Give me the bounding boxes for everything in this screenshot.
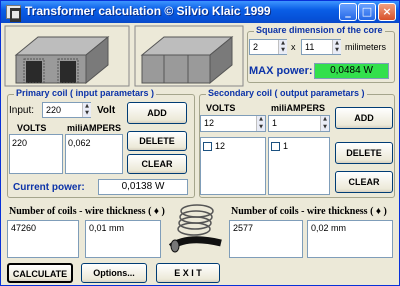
coil-spring-icon <box>168 204 222 253</box>
secondary-volts-list[interactable]: 12 <box>200 137 266 195</box>
close-button[interactable]: × <box>378 3 396 21</box>
max-power-value: 0,0484 W <box>314 63 389 79</box>
max-power-label: MAX power: <box>249 65 313 77</box>
current-power-label: Current power: <box>13 182 85 193</box>
primary-coils-label: Number of coils - wire thickness ( ♦ ) <box>9 206 165 217</box>
list-item[interactable]: 12 <box>201 138 265 154</box>
core-e-icon <box>134 25 244 87</box>
primary-clear-button[interactable]: CLEAR <box>127 154 187 174</box>
current-power-value: 0,0138 W <box>98 179 188 195</box>
secondary-clear-button[interactable]: CLEAR <box>335 171 393 193</box>
maximize-button[interactable]: □ <box>358 3 376 21</box>
minimize-button[interactable]: _ <box>339 3 357 21</box>
core-depth-spinner[interactable]: ▲ ▼ <box>332 40 341 54</box>
primary-volts-header: VOLTS <box>17 123 47 133</box>
primary-delete-button[interactable]: DELETE <box>127 131 187 151</box>
list-item[interactable]: 220 <box>10 135 62 151</box>
secondary-milliamps-list[interactable]: 1 <box>268 137 330 195</box>
primary-volts-list[interactable]: 220 <box>9 134 63 174</box>
title-bar: Transformer calculation © Silvio Klaic 1… <box>1 1 399 23</box>
primary-add-button[interactable]: ADD <box>127 102 187 124</box>
primary-coil-count[interactable]: 47260 <box>7 220 79 258</box>
secondary-add-button[interactable]: ADD <box>335 107 393 129</box>
unit-label: milimeters <box>345 42 387 52</box>
input-label: Input: <box>9 105 35 116</box>
checkbox[interactable] <box>271 142 280 152</box>
core-dimension-title: Square dimension of the core <box>254 25 385 35</box>
exit-button[interactable]: E X I T <box>156 263 220 283</box>
list-item-label: 1 <box>283 141 289 151</box>
primary-milliamps-list[interactable]: 0,062 <box>65 134 123 174</box>
secondary-wire-thickness[interactable]: 0,02 mm <box>307 220 393 258</box>
calculate-button[interactable]: CALCULATE <box>7 263 73 283</box>
list-item[interactable]: 0,062 <box>66 135 122 151</box>
primary-wire-thickness[interactable]: 0,01 mm <box>85 220 161 258</box>
core-e-icon <box>4 25 130 87</box>
core-width-spinner[interactable]: ▲ ▼ <box>278 40 287 54</box>
times-sign: x <box>291 42 296 52</box>
secondary-volts-header: VOLTS <box>206 103 236 113</box>
checkbox[interactable] <box>203 142 212 152</box>
secondary-coil-title: Secondary coil ( output parametars ) <box>206 88 367 98</box>
secondary-milliamps-header: miliAMPERS <box>271 103 326 113</box>
list-item[interactable]: 1 <box>269 138 329 154</box>
secondary-milliamps-spinner[interactable]: ▲ ▼ <box>320 116 329 131</box>
window-title: Transformer calculation © Silvio Klaic 1… <box>25 4 271 18</box>
volt-unit-label: Volt <box>97 105 116 116</box>
input-voltage-spinner[interactable]: ▲ ▼ <box>82 103 91 117</box>
secondary-delete-button[interactable]: DELETE <box>335 142 393 164</box>
app-window: Transformer calculation © Silvio Klaic 1… <box>0 0 400 286</box>
secondary-coils-label: Number of coils - wire thickness ( ♦ ) <box>231 206 387 217</box>
secondary-volts-spinner[interactable]: ▲ ▼ <box>256 116 265 131</box>
list-item-label: 12 <box>215 141 226 151</box>
app-icon <box>6 5 21 22</box>
primary-milliamps-header: miliAMPERS <box>67 123 122 133</box>
secondary-coil-count[interactable]: 2577 <box>229 220 303 258</box>
options-button[interactable]: Options... <box>81 263 147 283</box>
primary-coil-title: Primary coil ( input parametars ) <box>14 88 157 98</box>
